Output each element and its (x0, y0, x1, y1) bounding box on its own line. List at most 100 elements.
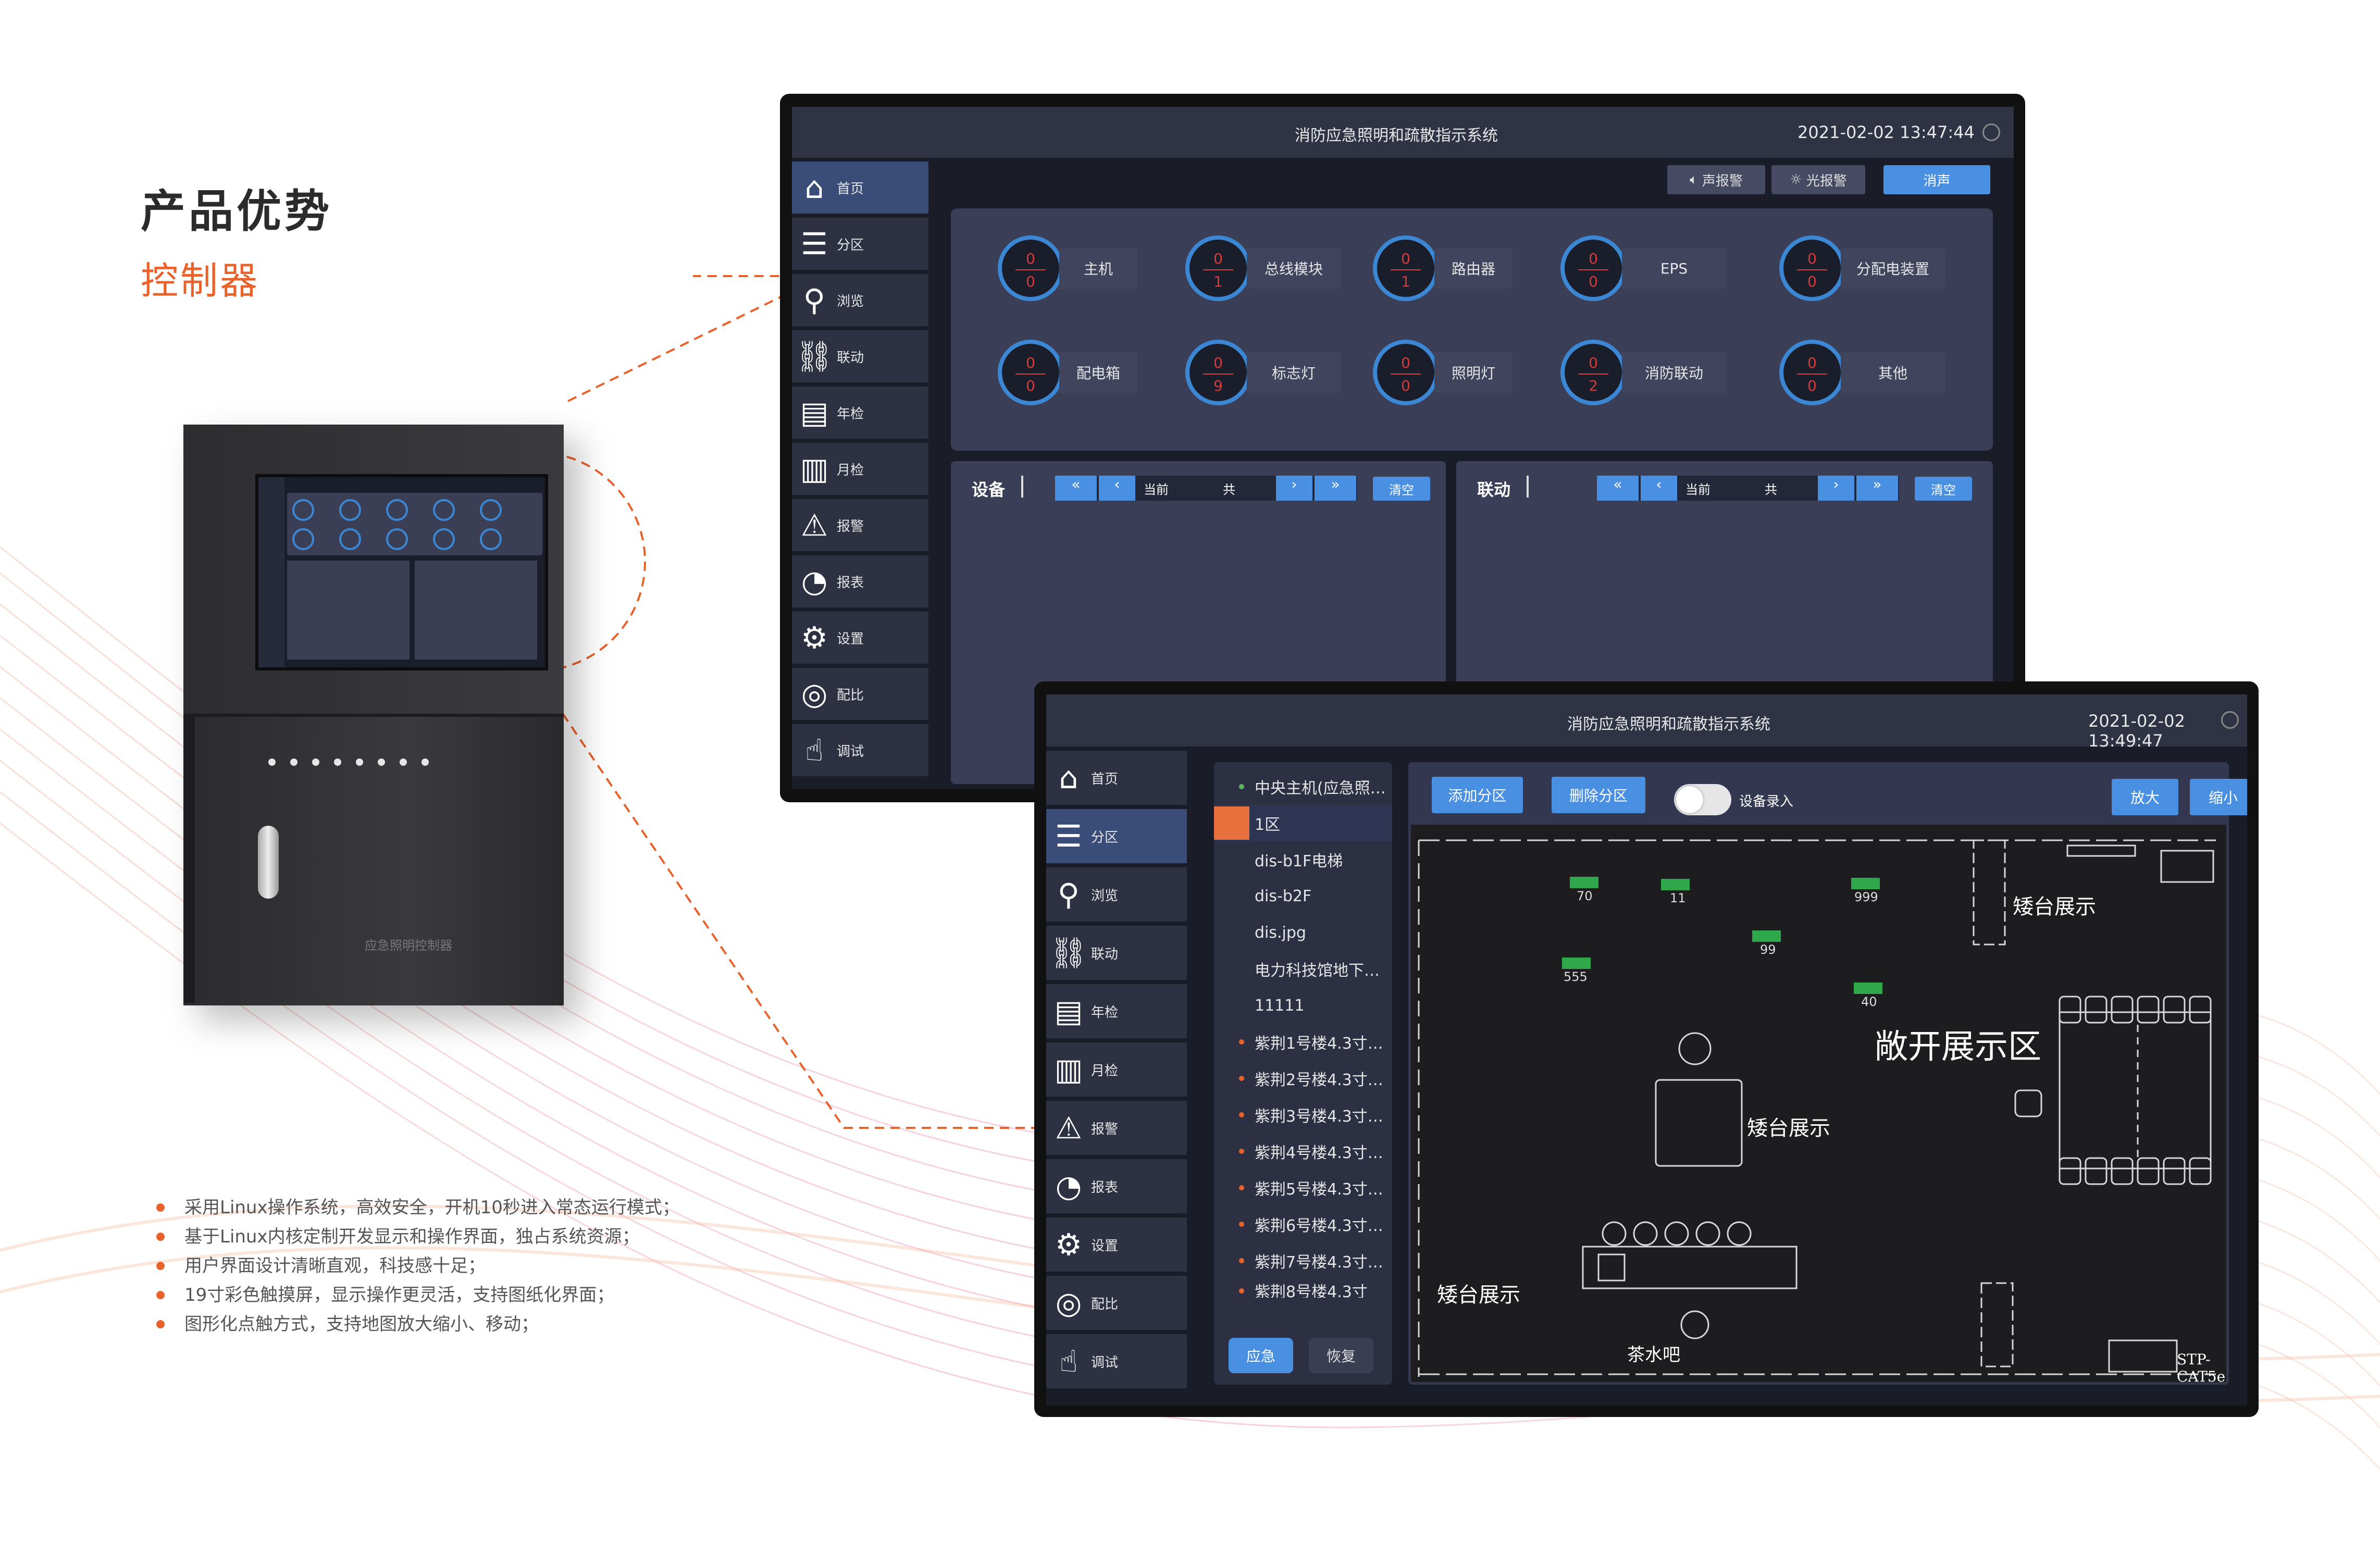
status-label: 路由器 (1434, 248, 1513, 289)
status-gauge-router[interactable]: 01 (1373, 235, 1439, 301)
prev-page-button[interactable]: ‹ (1099, 476, 1135, 501)
status-gauge-distribution-box[interactable]: 00 (998, 340, 1063, 405)
status-dot (1239, 1288, 1244, 1294)
bulb-icon: ☼ (1790, 172, 1802, 188)
list-icon: ☰ (1055, 818, 1082, 854)
tree-item[interactable]: 紫荆6号楼4.3寸… (1214, 1206, 1392, 1242)
status-dot (1239, 1185, 1244, 1190)
exit-sign-label[interactable]: 11 (1670, 891, 1686, 905)
status-gauge-distribution[interactable]: 00 (1779, 235, 1845, 301)
tree-item[interactable]: 紫荆2号楼4.3寸… (1214, 1060, 1392, 1097)
sidebar-item-monthly-check[interactable]: ▥ 月检 (1046, 1042, 1187, 1097)
tree-item[interactable]: 中央主机(应急照… (1214, 768, 1392, 805)
bullet-icon (156, 1320, 165, 1328)
delete-zone-button[interactable]: 删除分区 (1552, 777, 1645, 813)
next-page-button[interactable]: › (1818, 476, 1854, 501)
device-clear-button[interactable]: 清空 (1373, 477, 1430, 501)
sidebar-item-annual-check[interactable]: ▤ 年检 (792, 387, 928, 439)
datetime: 2021-02-02 13:47:44 (1798, 122, 1975, 142)
sidebar-item-report[interactable]: ◔ 报表 (792, 555, 928, 607)
floor-plan-map[interactable]: 70 11 999 99 555 40 敞开展示区 矮台展示 矮台展示 矮台展示… (1411, 825, 2226, 1382)
sidebar-item-debug[interactable]: ☝ 调试 (792, 724, 928, 776)
exit-sign-group (1562, 877, 1882, 994)
system-title: 消防应急照明和疏散指示系统 (1567, 715, 1770, 734)
sidebar-item-browse[interactable]: ⚲ 浏览 (1046, 867, 1187, 922)
tree-item[interactable]: 紫荆5号楼4.3寸… (1214, 1170, 1392, 1206)
linkage-pager: « ‹ 当前 共 › » (1597, 476, 1899, 501)
first-page-button[interactable]: « (1055, 476, 1097, 501)
sidebar-item-home[interactable]: ⌂ 首页 (792, 161, 928, 214)
exit-sign-label[interactable]: 99 (1760, 942, 1776, 957)
sidebar-item-linkage[interactable]: ⛓ 联动 (1046, 926, 1187, 980)
add-zone-button[interactable]: 添加分区 (1432, 777, 1523, 813)
tree-item[interactable]: 电力科技馆地下… (1214, 951, 1392, 987)
device-panel-title: 设备 (972, 480, 1006, 500)
status-gauge-bus-module[interactable]: 01 (1185, 235, 1251, 301)
exit-sign-label[interactable]: 70 (1577, 889, 1593, 903)
status-gauge-eps[interactable]: 00 (1560, 235, 1626, 301)
exit-sign-label[interactable]: 999 (1854, 890, 1878, 904)
sound-alarm-button[interactable]: 🔈︎ 声报警 (1667, 165, 1765, 194)
device-entry-label: 设备录入 (1739, 794, 1794, 810)
device-entry-toggle[interactable] (1674, 784, 1731, 815)
prev-page-button[interactable]: ‹ (1641, 476, 1677, 501)
link-icon: ⛓ (1049, 935, 1088, 971)
sidebar-item-browse[interactable]: ⚲ 浏览 (792, 274, 928, 326)
zoom-in-button[interactable]: 放大 (2112, 779, 2178, 815)
status-gauge-lighting[interactable]: 00 (1373, 340, 1439, 405)
tree-item[interactable]: 紫荆4号楼4.3寸… (1214, 1133, 1392, 1170)
info-icon[interactable] (1982, 123, 2000, 141)
tree-item[interactable]: 紫荆3号楼4.3寸… (1214, 1097, 1392, 1133)
sidebar-item-debug[interactable]: ☝ 调试 (1046, 1334, 1187, 1388)
status-leds (268, 758, 443, 768)
sidebar-item-home[interactable]: ⌂ 首页 (1046, 751, 1187, 805)
status-dot (1239, 1258, 1244, 1263)
tree-item[interactable]: dis-b1F电梯 (1214, 841, 1392, 878)
sidebar-item-zone[interactable]: ☰ 分区 (1046, 809, 1187, 863)
map-label-low-display: 矮台展示 (1747, 1116, 1830, 1140)
status-gauge-other[interactable]: 00 (1779, 340, 1845, 405)
silence-button[interactable]: 消声 (1883, 165, 1990, 194)
feature-item: 采用Linux操作系统，高效安全，开机10秒进入常态运行模式； (156, 1193, 680, 1222)
tree-item[interactable]: 11111 (1214, 987, 1392, 1024)
tree-item[interactable]: 紫荆8号楼4.3寸 (1214, 1279, 1392, 1298)
sidebar-item-settings[interactable]: ⚙ 设置 (792, 612, 928, 664)
tree-item[interactable]: 紫荆7号楼4.3寸… (1214, 1242, 1392, 1279)
emergency-button[interactable]: 应急 (1229, 1338, 1293, 1373)
tree-item[interactable]: dis-b2F (1214, 878, 1392, 914)
first-page-button[interactable]: « (1597, 476, 1639, 501)
tree-item-selected[interactable]: 1区 (1214, 805, 1392, 841)
exit-sign-label[interactable]: 555 (1564, 969, 1588, 984)
status-label: 其他 (1841, 352, 1945, 393)
status-gauge-sign-light[interactable]: 09 (1185, 340, 1251, 405)
next-page-button[interactable]: › (1276, 476, 1312, 501)
sidebar-item-alarm[interactable]: ⚠ 报警 (1046, 1101, 1187, 1155)
status-gauge-fire-linkage[interactable]: 02 (1560, 340, 1626, 405)
exit-sign-label[interactable]: 40 (1861, 994, 1877, 1009)
status-label: 配电箱 (1059, 352, 1137, 393)
restore-button[interactable]: 恢复 (1309, 1338, 1373, 1373)
sidebar-item-ratio[interactable]: ◎ 配比 (1046, 1276, 1187, 1330)
sidebar-item-ratio[interactable]: ◎ 配比 (792, 668, 928, 720)
sidebar-item-report[interactable]: ◔ 报表 (1046, 1159, 1187, 1213)
status-gauge-host[interactable]: 00 (998, 235, 1063, 301)
gear-icon: ⚙ (1055, 1227, 1082, 1262)
light-alarm-button[interactable]: ☼ 光报警 (1771, 165, 1865, 194)
info-icon[interactable] (2221, 711, 2239, 729)
linkage-clear-button[interactable]: 清空 (1915, 477, 1972, 501)
sidebar-item-monthly-check[interactable]: ▥ 月检 (792, 443, 928, 495)
sidebar-item-settings[interactable]: ⚙ 设置 (1046, 1217, 1187, 1272)
last-page-button[interactable]: » (1315, 476, 1356, 501)
status-dot (1239, 784, 1244, 789)
sidebar-item-annual-check[interactable]: ▤ 年检 (1046, 984, 1187, 1038)
tree-item[interactable]: 紫荆1号楼4.3寸… (1214, 1024, 1392, 1060)
last-page-button[interactable]: » (1856, 476, 1898, 501)
sidebar-item-alarm[interactable]: ⚠ 报警 (792, 499, 928, 551)
cabinet-screen (255, 474, 548, 670)
tree-item[interactable]: dis.jpg (1214, 914, 1392, 951)
zoom-out-button[interactable]: 缩小 (2190, 779, 2247, 815)
map-label-open-area: 敞开展示区 (1875, 1028, 2041, 1066)
sidebar-item-zone[interactable]: ☰ 分区 (792, 218, 928, 270)
bullet-icon (156, 1262, 165, 1270)
sidebar-item-linkage[interactable]: ⛓ 联动 (792, 330, 928, 382)
